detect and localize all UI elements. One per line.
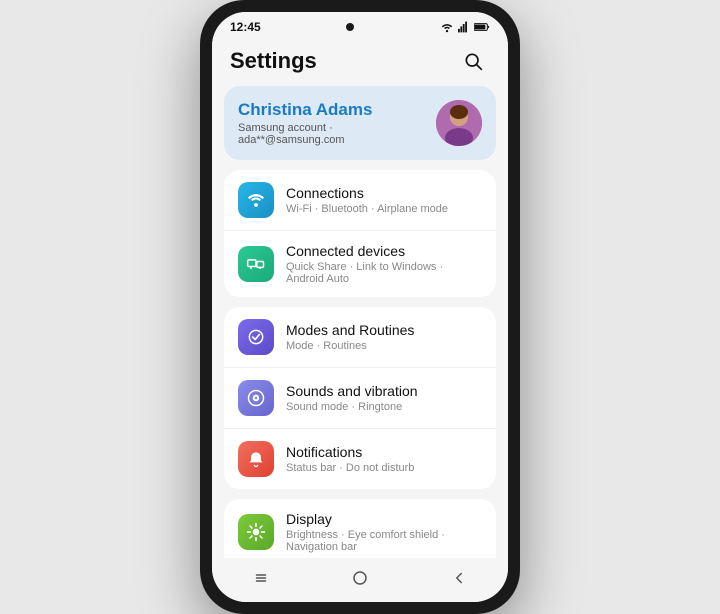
settings-section-1: Connections Wi-Fi · Bluetooth · Airplane… [224,170,496,297]
back-button[interactable] [441,566,477,590]
wifi-status-icon [440,21,454,33]
settings-section-2: Modes and Routines Mode · Routines Sound… [224,307,496,489]
status-bar: 12:45 [212,12,508,38]
page-title: Settings [230,48,317,74]
display-text: Display Brightness · Eye comfort shield … [286,511,482,553]
home-button[interactable] [342,566,378,590]
display-title: Display [286,511,482,527]
settings-item-connections[interactable]: Connections Wi-Fi · Bluetooth · Airplane… [224,170,496,231]
devices-svg-icon [246,254,266,274]
devices-icon [238,246,274,282]
back-icon [450,569,468,587]
modes-subtitle: Mode · Routines [286,340,482,352]
settings-item-display[interactable]: Display Brightness · Eye comfort shield … [224,499,496,558]
notifications-text: Notifications Status bar · Do not distur… [286,444,482,474]
account-card[interactable]: Christina Adams Samsung account · ada**@… [224,86,496,160]
sounds-svg-icon [246,388,266,408]
camera-cutout [346,23,354,31]
status-time: 12:45 [230,20,261,34]
modes-text: Modes and Routines Mode · Routines [286,322,482,352]
notifications-svg-icon [246,449,266,469]
notifications-subtitle: Status bar · Do not disturb [286,462,482,474]
notifications-icon [238,441,274,477]
search-button[interactable] [456,44,490,78]
settings-content[interactable]: Christina Adams Samsung account · ada**@… [212,86,508,558]
avatar-image [436,100,482,146]
settings-item-sounds[interactable]: Sounds and vibration Sound mode · Ringto… [224,368,496,429]
sounds-icon [238,380,274,416]
connected-devices-title: Connected devices [286,243,482,259]
connections-text: Connections Wi-Fi · Bluetooth · Airplane… [286,185,482,215]
account-subtitle: Samsung account · ada**@samsung.com [238,122,424,146]
notifications-title: Notifications [286,444,482,460]
sounds-subtitle: Sound mode · Ringtone [286,401,482,413]
phone-screen: 12:45 [212,12,508,602]
avatar [436,100,482,146]
display-subtitle: Brightness · Eye comfort shield · Naviga… [286,529,482,553]
phone-frame: 12:45 [200,0,520,614]
settings-item-notifications[interactable]: Notifications Status bar · Do not distur… [224,429,496,489]
settings-item-modes[interactable]: Modes and Routines Mode · Routines [224,307,496,368]
connections-subtitle: Wi-Fi · Bluetooth · Airplane mode [286,203,482,215]
wifi-icon [246,190,266,210]
connected-devices-text: Connected devices Quick Share · Link to … [286,243,482,285]
modes-title: Modes and Routines [286,322,482,338]
display-icon [238,514,274,550]
app-header: Settings [212,38,508,86]
modes-svg-icon [246,327,266,347]
signal-status-icon [458,21,470,33]
nav-bar [212,558,508,602]
display-svg-icon [246,522,266,542]
recent-apps-icon [252,569,270,587]
connections-title: Connections [286,185,482,201]
settings-item-connected-devices[interactable]: Connected devices Quick Share · Link to … [224,231,496,297]
sounds-text: Sounds and vibration Sound mode · Ringto… [286,383,482,413]
connections-icon [238,182,274,218]
status-icons [440,21,490,33]
battery-status-icon [474,22,490,32]
home-icon [351,569,369,587]
connected-devices-subtitle: Quick Share · Link to Windows · Android … [286,261,482,285]
sounds-title: Sounds and vibration [286,383,482,399]
recent-apps-button[interactable] [243,566,279,590]
search-icon [463,51,483,71]
account-info: Christina Adams Samsung account · ada**@… [238,100,424,146]
modes-icon [238,319,274,355]
settings-section-3: Display Brightness · Eye comfort shield … [224,499,496,558]
account-name: Christina Adams [238,100,424,120]
